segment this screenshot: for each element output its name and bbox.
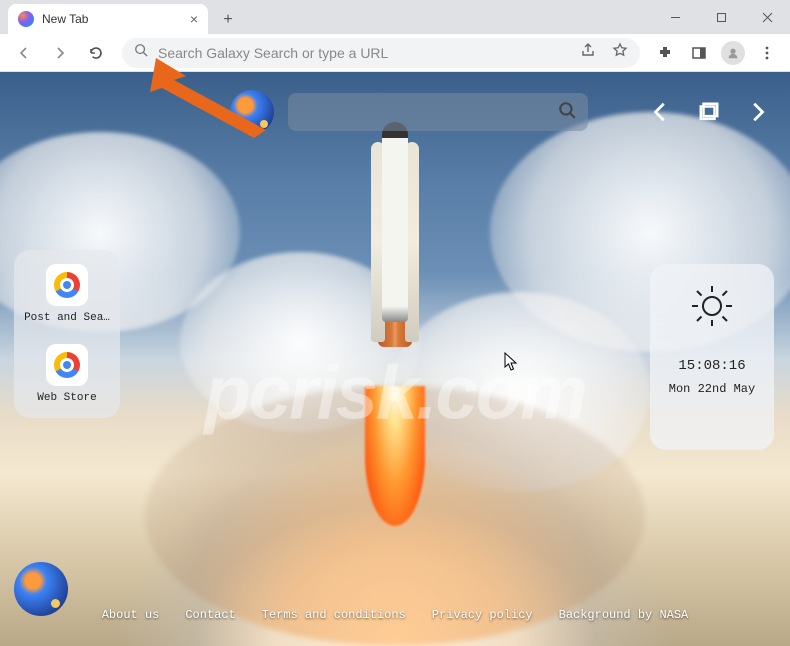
next-background-button[interactable] bbox=[740, 95, 774, 129]
extensions-icon[interactable] bbox=[650, 38, 680, 68]
forward-button[interactable] bbox=[44, 37, 76, 69]
profile-button[interactable] bbox=[718, 38, 748, 68]
sun-icon bbox=[688, 282, 736, 330]
galaxy-logo-icon[interactable] bbox=[230, 90, 274, 134]
footer-links: About us Contact Terms and conditions Pr… bbox=[0, 608, 790, 622]
footer-privacy-link[interactable]: Privacy policy bbox=[432, 608, 533, 622]
footer-credit: Background by NASA bbox=[559, 608, 689, 622]
reload-button[interactable] bbox=[80, 37, 112, 69]
share-icon[interactable] bbox=[580, 42, 596, 63]
new-tab-page: pcrisk.com Post and Sea… bbox=[0, 72, 790, 646]
side-panel-icon[interactable] bbox=[684, 38, 714, 68]
search-icon bbox=[558, 101, 576, 124]
maximize-button[interactable] bbox=[698, 0, 744, 34]
shuttle-illustration bbox=[365, 122, 425, 402]
close-window-button[interactable] bbox=[744, 0, 790, 34]
omnibox[interactable] bbox=[122, 38, 640, 68]
shortcuts-panel: Post and Sea… Web Store bbox=[14, 250, 120, 418]
favicon-galaxy-icon bbox=[18, 11, 34, 27]
tab-title: New Tab bbox=[42, 12, 88, 26]
shortcut-label: Post and Sea… bbox=[24, 312, 110, 324]
newtab-header bbox=[0, 90, 790, 134]
prev-background-button[interactable] bbox=[644, 95, 678, 129]
footer-contact-link[interactable]: Contact bbox=[185, 608, 235, 622]
chrome-icon bbox=[46, 344, 88, 386]
footer-terms-link[interactable]: Terms and conditions bbox=[262, 608, 406, 622]
menu-button[interactable] bbox=[752, 38, 782, 68]
tab-close-button[interactable]: × bbox=[190, 11, 198, 27]
newtab-nav-buttons bbox=[644, 95, 774, 129]
newtab-search-box[interactable] bbox=[288, 93, 588, 131]
footer-about-link[interactable]: About us bbox=[102, 608, 160, 622]
browser-toolbar bbox=[0, 34, 790, 72]
bookmark-star-icon[interactable] bbox=[612, 42, 628, 63]
shortcut-item[interactable]: Post and Sea… bbox=[22, 264, 112, 324]
tab-new-tab[interactable]: New Tab × bbox=[8, 4, 208, 34]
clock-date: Mon 22nd May bbox=[669, 382, 755, 396]
minimize-button[interactable] bbox=[652, 0, 698, 34]
window-controls bbox=[652, 0, 790, 34]
weather-widget[interactable]: 15:08:16 Mon 22nd May bbox=[650, 264, 774, 450]
profile-avatar-icon bbox=[721, 41, 745, 65]
clock-time: 15:08:16 bbox=[678, 358, 745, 374]
shortcut-item[interactable]: Web Store bbox=[22, 344, 112, 404]
omnibox-input[interactable] bbox=[158, 45, 570, 61]
new-tab-button[interactable]: + bbox=[214, 6, 242, 34]
shortcut-label: Web Store bbox=[37, 392, 96, 404]
gallery-icon[interactable] bbox=[692, 95, 726, 129]
search-icon bbox=[134, 43, 148, 62]
back-button[interactable] bbox=[8, 37, 40, 69]
chrome-icon bbox=[46, 264, 88, 306]
